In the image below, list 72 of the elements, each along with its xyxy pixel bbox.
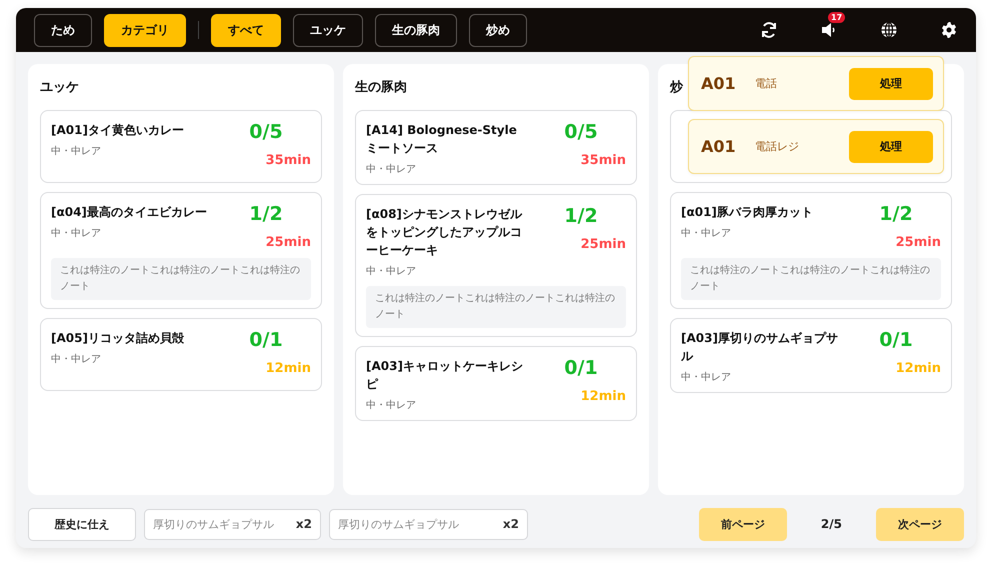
- elapsed-time: 25min: [896, 235, 941, 250]
- item-detail: 中・中レア: [51, 352, 101, 366]
- item-count: 1/2: [879, 203, 913, 225]
- item-count: 0/5: [249, 121, 283, 143]
- tab[interactable]: 炒め: [469, 14, 527, 46]
- column-title: 生の豚肉: [355, 79, 407, 96]
- elapsed-time: 25min: [580, 237, 626, 252]
- chip-name: 厚切りのサムギョプサル: [338, 516, 459, 532]
- chip-quantity: x2: [502, 517, 519, 531]
- call-message: 電話: [755, 76, 778, 91]
- next-page-button[interactable]: 次ページ: [876, 508, 964, 540]
- history-button[interactable]: 歴史に仕え: [28, 508, 136, 540]
- item-title: [α04]最高のタイエビカレー: [51, 204, 208, 221]
- elapsed-time: 12min: [580, 389, 626, 404]
- item-detail: 中・中レア: [366, 162, 416, 176]
- order-card[interactable]: [A01]タイ黄色いカレー 中・中レア 0/5 35min: [40, 110, 322, 183]
- tab[interactable]: すべて: [211, 14, 281, 46]
- order-card[interactable]: [A03]キャロットケーキレシピ 中・中レア 0/1 12min: [355, 346, 637, 421]
- item-count: 1/2: [249, 203, 283, 225]
- handle-button[interactable]: 処理: [849, 68, 933, 100]
- item-count: 0/1: [564, 357, 598, 379]
- tab[interactable]: 生の豚肉: [375, 14, 457, 46]
- item-count: 1/2: [564, 205, 598, 227]
- column-title: 炒: [670, 79, 683, 96]
- refresh-icon[interactable]: [760, 21, 778, 39]
- table-number: A01: [701, 137, 737, 156]
- chip-name: 厚切りのサムギョプサル: [153, 516, 274, 532]
- item-title: [A01]タイ黄色いカレー: [51, 122, 185, 139]
- item-title: [A03]厚切りのサムギョプサル: [681, 330, 839, 365]
- tab[interactable]: ユッケ: [293, 14, 363, 46]
- notification-badge: 17: [828, 12, 846, 23]
- table-number: A01: [701, 74, 737, 93]
- chip-quantity: x2: [296, 517, 312, 531]
- item-count: 0/5: [564, 121, 598, 143]
- order-card[interactable]: [A03]厚切りのサムギョプサル 中・中レア 0/1 12min: [670, 318, 952, 393]
- item-detail: 中・中レア: [366, 264, 416, 278]
- page-indicator: 2/5: [820, 517, 842, 531]
- column-title: ユッケ: [40, 79, 79, 96]
- tab[interactable]: カテゴリ: [104, 14, 186, 46]
- item-detail: 中・中レア: [681, 370, 731, 384]
- item-detail: 中・中レア: [51, 226, 101, 240]
- order-card[interactable]: [α08]シナモンストレウゼルをトッピングしたアップルコーヒーケーキ 中・中レア 1/2 25min これは特注のノートこれは特注のノートこれは特注のノート: [355, 194, 637, 337]
- elapsed-time: 12min: [266, 361, 311, 376]
- elapsed-time: 25min: [266, 235, 311, 250]
- item-count: 0/1: [249, 329, 283, 351]
- previous-page-button[interactable]: 前ページ: [698, 508, 787, 540]
- special-note: これは特注のノートこれは特注のノートこれは特注のノート: [366, 286, 626, 328]
- tab[interactable]: ため: [34, 14, 92, 46]
- item-title: [A05]リコッタ詰め貝殻: [51, 330, 185, 347]
- elapsed-time: 35min: [266, 153, 311, 168]
- order-chip[interactable]: 厚切りのサムギョプサル x2: [144, 508, 321, 540]
- order-card[interactable]: [A14] Bolognese-Styleミートソース 中・中レア 0/5 35min: [355, 110, 637, 185]
- item-title: [A03]キャロットケーキレシピ: [366, 358, 524, 393]
- order-chip[interactable]: 厚切りのサムギョプサル x2: [329, 508, 528, 540]
- item-title: [α01]豚バラ肉厚カット: [681, 204, 814, 221]
- item-detail: 中・中レア: [681, 226, 731, 240]
- order-card[interactable]: [α01]豚バラ肉厚カット 中・中レア 1/2 25min これは特注のノートこれは特注のノートこれは特注のノート: [670, 192, 952, 309]
- order-card[interactable]: [α04]最高のタイエビカレー 中・中レア 1/2 25min これは特注のノートこれは特注のノートこれは特注のノート: [40, 192, 322, 309]
- settings-icon[interactable]: [940, 21, 958, 39]
- item-count: 0/1: [879, 329, 913, 351]
- call-message: 電話レジ: [755, 139, 800, 154]
- special-note: これは特注のノートこれは特注のノートこれは特注のノート: [51, 258, 311, 300]
- special-note: これは特注のノートこれは特注のノートこれは特注のノート: [681, 258, 941, 300]
- item-title: [α08]シナモンストレウゼルをトッピングしたアップルコーヒーケーキ: [366, 206, 524, 259]
- elapsed-time: 12min: [896, 361, 941, 376]
- item-detail: 中・中レア: [51, 144, 101, 158]
- item-title: [A14] Bolognese-Styleミートソース: [366, 122, 518, 157]
- item-detail: 中・中レア: [366, 398, 416, 412]
- handle-button[interactable]: 処理: [849, 130, 933, 162]
- elapsed-time: 35min: [580, 153, 626, 168]
- order-card[interactable]: [A05]リコッタ詰め貝殻 中・中レア 0/1 12min: [40, 318, 322, 391]
- globe-icon[interactable]: [880, 21, 898, 39]
